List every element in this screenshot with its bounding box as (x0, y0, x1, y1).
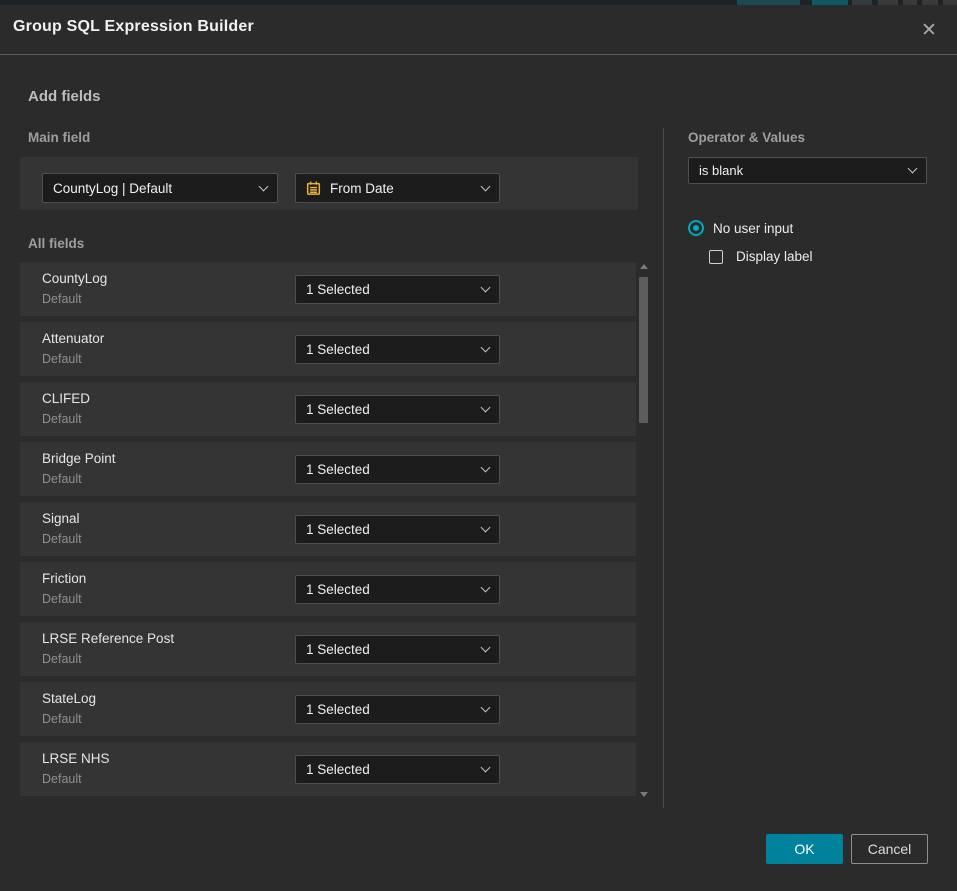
operator-dropdown-value: is blank (699, 163, 901, 178)
field-selected-dropdown[interactable]: 1 Selected (295, 515, 500, 544)
selected-count-label: 1 Selected (306, 402, 474, 417)
field-selected-dropdown[interactable]: 1 Selected (295, 575, 500, 604)
dialog-titlebar: Group SQL Expression Builder ✕ (0, 5, 957, 55)
field-row: Bridge Point Default 1 Selected (20, 442, 636, 496)
field-name: LRSE Reference Post (42, 631, 174, 646)
field-subtitle: Default (42, 592, 82, 606)
selected-count-label: 1 Selected (306, 522, 474, 537)
selected-count-label: 1 Selected (306, 582, 474, 597)
all-fields-label: All fields (28, 236, 84, 251)
group-sql-expression-builder-dialog: Group SQL Expression Builder ✕ Add field… (0, 5, 957, 891)
selected-count-label: 1 Selected (306, 462, 474, 477)
field-name: LRSE NHS (42, 751, 110, 766)
field-name: StateLog (42, 691, 96, 706)
chevron-down-icon (481, 763, 491, 773)
selected-count-label: 1 Selected (306, 762, 474, 777)
operator-dropdown[interactable]: is blank (688, 157, 927, 184)
add-fields-heading: Add fields (28, 88, 101, 105)
field-name: Attenuator (42, 331, 104, 346)
calendar-icon (306, 181, 321, 196)
chevron-down-icon (908, 164, 918, 174)
chevron-down-icon (481, 403, 491, 413)
selected-count-label: 1 Selected (306, 702, 474, 717)
display-label-checkbox[interactable]: Display label (709, 249, 813, 264)
field-row: StateLog Default 1 Selected (20, 682, 636, 736)
radio-selected-icon (688, 220, 704, 236)
selected-count-label: 1 Selected (306, 642, 474, 657)
field-selected-dropdown[interactable]: 1 Selected (295, 695, 500, 724)
field-row: Friction Default 1 Selected (20, 562, 636, 616)
field-name: Friction (42, 571, 86, 586)
selected-count-label: 1 Selected (306, 282, 474, 297)
scrollbar-down-arrow-icon[interactable] (640, 792, 648, 797)
field-name: CountyLog (42, 271, 107, 286)
field-name: Bridge Point (42, 451, 116, 466)
chevron-down-icon (481, 181, 491, 191)
all-fields-list: CountyLog Default 1 Selected Attenuator … (20, 262, 636, 802)
field-subtitle: Default (42, 352, 82, 366)
screen: Group SQL Expression Builder ✕ Add field… (0, 0, 957, 891)
field-subtitle: Default (42, 712, 82, 726)
field-name: Signal (42, 511, 80, 526)
main-field-label: Main field (28, 130, 90, 145)
field-selected-dropdown[interactable]: 1 Selected (295, 275, 500, 304)
main-field-panel: CountyLog | Default From Date (20, 157, 638, 210)
field-subtitle: Default (42, 652, 82, 666)
field-subtitle: Default (42, 532, 82, 546)
date-dropdown-value: From Date (330, 181, 474, 196)
field-name: CLIFED (42, 391, 90, 406)
panel-divider (663, 128, 664, 808)
chevron-down-icon (481, 643, 491, 653)
field-subtitle: Default (42, 292, 82, 306)
checkbox-unchecked-icon (709, 250, 723, 264)
close-icon[interactable]: ✕ (915, 16, 943, 44)
operator-values-heading: Operator & Values (688, 130, 805, 145)
chevron-down-icon (481, 463, 491, 473)
field-row: Signal Default 1 Selected (20, 502, 636, 556)
ok-button[interactable]: OK (766, 834, 843, 864)
scrollbar-thumb[interactable] (639, 277, 648, 423)
field-row: CountyLog Default 1 Selected (20, 262, 636, 316)
field-selected-dropdown[interactable]: 1 Selected (295, 755, 500, 784)
selected-count-label: 1 Selected (306, 342, 474, 357)
checkbox-label: Display label (736, 249, 813, 264)
field-subtitle: Default (42, 772, 82, 786)
chevron-down-icon (481, 283, 491, 293)
field-row: LRSE NHS Default 1 Selected (20, 742, 636, 796)
no-user-input-radio[interactable]: No user input (688, 220, 793, 236)
field-selected-dropdown[interactable]: 1 Selected (295, 635, 500, 664)
field-row: LRSE Reference Post Default 1 Selected (20, 622, 636, 676)
field-selected-dropdown[interactable]: 1 Selected (295, 395, 500, 424)
cancel-button[interactable]: Cancel (851, 834, 928, 864)
chevron-down-icon (259, 181, 269, 191)
field-subtitle: Default (42, 412, 82, 426)
field-row: CLIFED Default 1 Selected (20, 382, 636, 436)
layer-dropdown-value: CountyLog | Default (53, 181, 252, 196)
radio-label: No user input (713, 221, 793, 236)
main-field-date-dropdown[interactable]: From Date (295, 173, 500, 203)
chevron-down-icon (481, 703, 491, 713)
field-selected-dropdown[interactable]: 1 Selected (295, 335, 500, 364)
main-field-layer-dropdown[interactable]: CountyLog | Default (42, 173, 278, 203)
chevron-down-icon (481, 343, 491, 353)
chevron-down-icon (481, 583, 491, 593)
field-selected-dropdown[interactable]: 1 Selected (295, 455, 500, 484)
field-subtitle: Default (42, 472, 82, 486)
chevron-down-icon (481, 523, 491, 533)
dialog-title: Group SQL Expression Builder (13, 18, 254, 36)
scrollbar-up-arrow-icon[interactable] (640, 264, 648, 269)
field-row: Attenuator Default 1 Selected (20, 322, 636, 376)
